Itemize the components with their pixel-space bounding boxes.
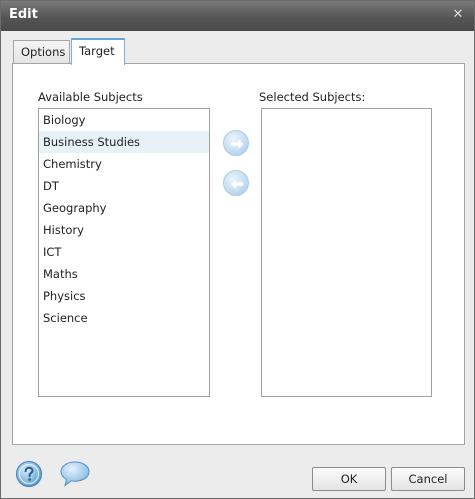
selected-subjects-list[interactable] xyxy=(261,108,432,397)
close-icon[interactable]: ✕ xyxy=(450,7,466,23)
list-item-physics[interactable]: Physics xyxy=(39,285,209,307)
list-item-dt[interactable]: DT xyxy=(39,175,209,197)
dialog-title: Edit xyxy=(9,7,38,22)
help-button[interactable] xyxy=(15,460,43,488)
chat-bubble-icon xyxy=(60,461,90,487)
add-subject-button[interactable] xyxy=(223,130,249,156)
arrow-left-icon xyxy=(230,177,244,191)
selected-subjects-label: Selected Subjects: xyxy=(259,90,366,104)
list-item-ict[interactable]: ICT xyxy=(39,241,209,263)
arrow-right-icon xyxy=(230,137,244,151)
available-subjects-list[interactable]: Biology Business Studies Chemistry DT Ge… xyxy=(38,108,210,397)
cancel-button[interactable]: Cancel xyxy=(391,467,465,491)
target-panel: Available Subjects Selected Subjects: Bi… xyxy=(12,63,465,445)
list-item-science[interactable]: Science xyxy=(39,307,209,329)
remove-subject-button[interactable] xyxy=(223,170,249,196)
edit-dialog: Edit ✕ Options Target Available Subjects… xyxy=(0,0,475,499)
list-item-geography[interactable]: Geography xyxy=(39,197,209,219)
list-item-business-studies[interactable]: Business Studies xyxy=(39,131,209,153)
tab-target[interactable]: Target xyxy=(71,38,125,65)
ok-button[interactable]: OK xyxy=(312,467,386,491)
list-item-maths[interactable]: Maths xyxy=(39,263,209,285)
list-item-biology[interactable]: Biology xyxy=(39,109,209,131)
title-bar[interactable]: Edit ✕ xyxy=(1,1,474,31)
list-item-history[interactable]: History xyxy=(39,219,209,241)
list-item-chemistry[interactable]: Chemistry xyxy=(39,153,209,175)
chat-button[interactable] xyxy=(59,460,91,488)
tab-options[interactable]: Options xyxy=(13,40,70,64)
available-subjects-label: Available Subjects xyxy=(38,90,143,104)
help-icon xyxy=(16,461,42,487)
